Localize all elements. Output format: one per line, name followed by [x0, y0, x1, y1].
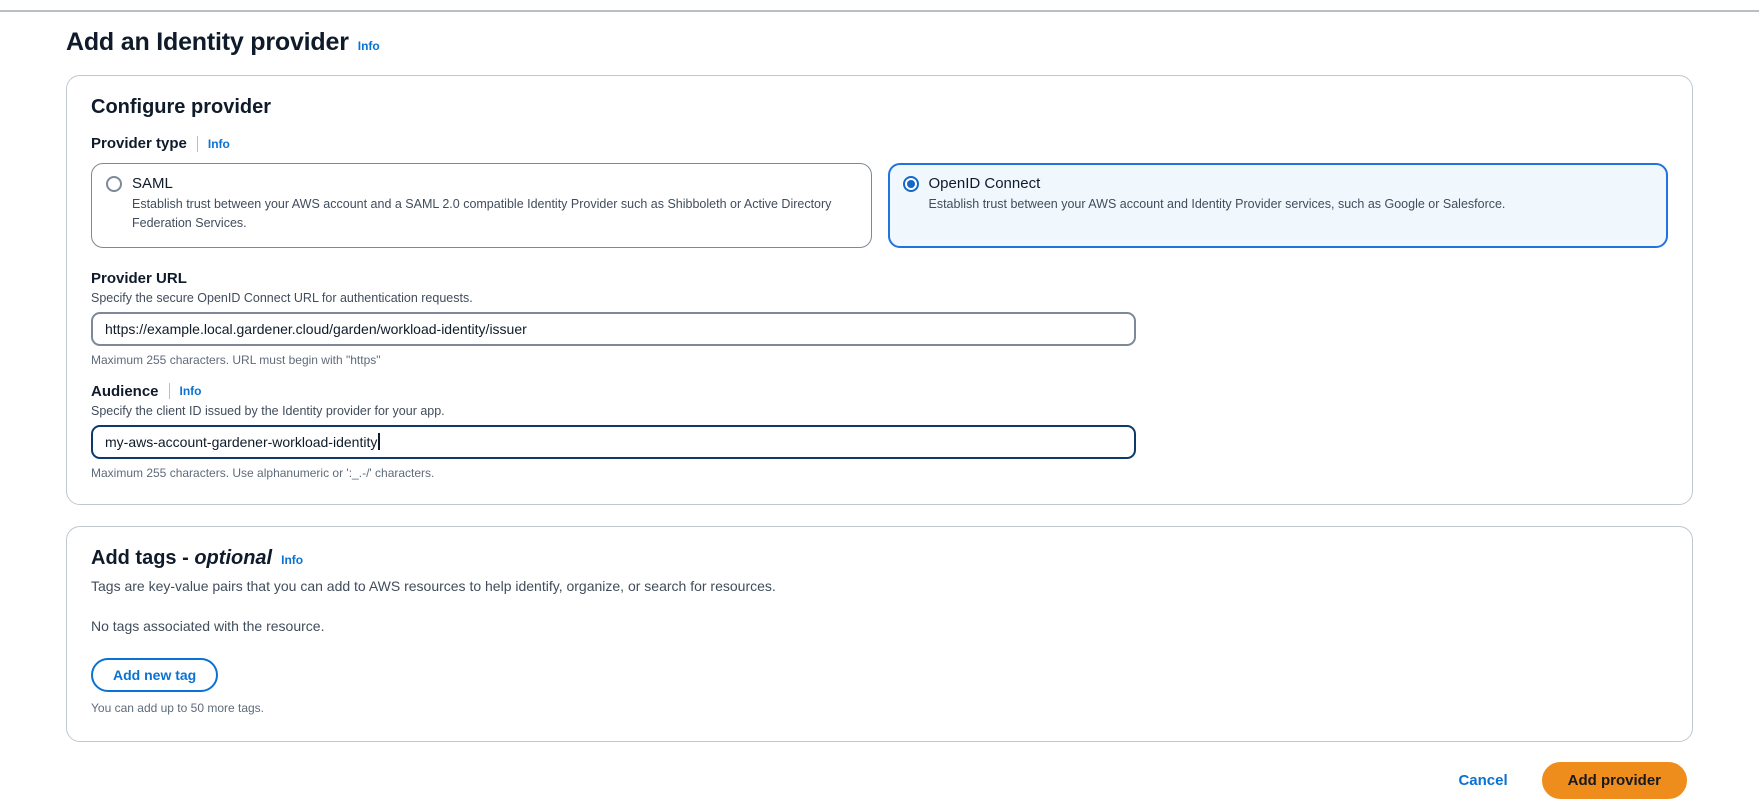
provider-url-constraint: Maximum 255 characters. URL must begin w… — [91, 353, 1668, 367]
audience-constraint: Maximum 255 characters. Use alphanumeric… — [91, 466, 1668, 480]
page-title: Add an Identity provider — [66, 28, 349, 57]
audience-input-value: my-aws-account-gardener-workload-identit… — [105, 434, 377, 450]
configure-provider-card: Configure provider Provider type Info SA… — [66, 75, 1693, 505]
label-divider — [169, 383, 170, 399]
audience-label: Audience — [91, 383, 159, 400]
label-divider — [197, 136, 198, 152]
audience-description: Specify the client ID issued by the Iden… — [91, 404, 1668, 418]
cancel-button[interactable]: Cancel — [1454, 766, 1511, 795]
add-tags-card: Add tags - optional Info Tags are key-va… — [66, 526, 1693, 742]
audience-input[interactable]: my-aws-account-gardener-workload-identit… — [91, 425, 1136, 459]
radio-unselected-icon[interactable] — [106, 176, 122, 192]
add-tags-info-link[interactable]: Info — [281, 553, 303, 567]
top-divider — [0, 10, 1759, 12]
tile-openid-title: OpenID Connect — [929, 175, 1041, 192]
tile-openid-description: Establish trust between your AWS account… — [929, 195, 1654, 214]
form-actions: Cancel Add provider — [66, 762, 1687, 799]
audience-label-row: Audience Info — [91, 383, 1668, 400]
provider-url-label: Provider URL — [91, 270, 1668, 287]
provider-url-input[interactable] — [91, 312, 1136, 346]
tags-limit-note: You can add up to 50 more tags. — [91, 701, 1668, 715]
tile-openid-connect[interactable]: OpenID Connect Establish trust between y… — [888, 163, 1669, 248]
add-new-tag-button[interactable]: Add new tag — [91, 658, 218, 692]
configure-provider-heading: Configure provider — [91, 96, 1668, 119]
main-content: Add an Identity provider Info Configure … — [0, 28, 1759, 742]
tile-openid-head: OpenID Connect — [903, 175, 1654, 192]
tile-saml-title: SAML — [132, 175, 173, 192]
provider-type-info-link[interactable]: Info — [208, 137, 230, 151]
add-provider-button[interactable]: Add provider — [1542, 762, 1687, 799]
page-header: Add an Identity provider Info — [66, 28, 1693, 57]
tile-saml-description: Establish trust between your AWS account… — [132, 195, 857, 234]
add-tags-description: Tags are key-value pairs that you can ad… — [91, 578, 1668, 594]
no-tags-message: No tags associated with the resource. — [91, 618, 1668, 634]
tile-saml-head: SAML — [106, 175, 857, 192]
provider-url-description: Specify the secure OpenID Connect URL fo… — [91, 291, 1668, 305]
add-tags-heading: Add tags - optional — [91, 547, 272, 570]
page-title-info-link[interactable]: Info — [358, 39, 380, 53]
provider-type-tiles: SAML Establish trust between your AWS ac… — [91, 163, 1668, 248]
add-tags-heading-row: Add tags - optional Info — [91, 547, 1668, 570]
radio-selected-icon[interactable] — [903, 176, 919, 192]
provider-type-label: Provider type — [91, 135, 187, 152]
provider-url-field: Provider URL Specify the secure OpenID C… — [91, 270, 1668, 367]
add-tags-heading-optional: optional — [194, 547, 272, 569]
tile-saml[interactable]: SAML Establish trust between your AWS ac… — [91, 163, 872, 248]
add-tags-heading-prefix: Add tags - — [91, 547, 194, 569]
provider-type-label-row: Provider type Info — [91, 135, 1668, 152]
audience-field: Audience Info Specify the client ID issu… — [91, 383, 1668, 480]
text-cursor — [378, 433, 380, 450]
audience-info-link[interactable]: Info — [180, 384, 202, 398]
